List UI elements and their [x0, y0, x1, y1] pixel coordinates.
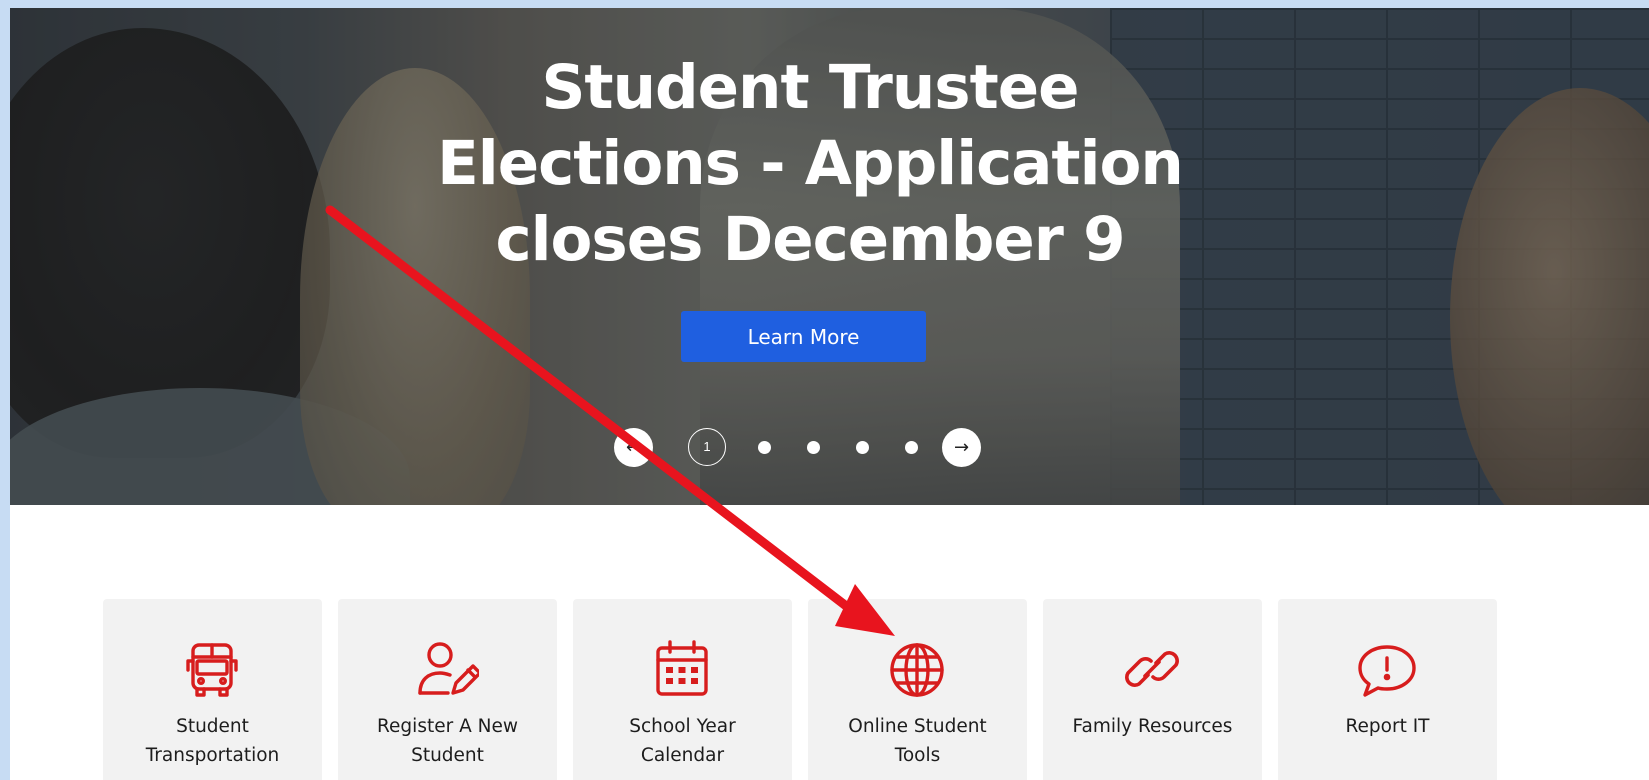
quick-links: Student Transportation Register A New St…	[103, 599, 1503, 780]
tile-label-line-1: Report IT	[1345, 716, 1430, 737]
tile-label-line-1: Student	[176, 716, 249, 737]
carousel-controls: ← 1 →	[10, 428, 1649, 468]
tile-student-transportation[interactable]: Student Transportation	[103, 599, 322, 780]
link-icon	[1120, 637, 1184, 701]
speech-bubble-alert-icon	[1355, 637, 1419, 701]
tile-label-line-1: Family Resources	[1072, 716, 1233, 737]
hero-title: Student Trustee Elections - Application …	[350, 50, 1270, 278]
tile-label-line-1: Online Student	[848, 716, 987, 737]
hero-title-line-3: closes December 9	[495, 204, 1125, 275]
tile-label: School Year Calendar	[583, 712, 782, 770]
tile-label-line-2: Tools	[894, 745, 941, 766]
tile-family-resources[interactable]: Family Resources	[1043, 599, 1262, 780]
tile-label: Family Resources	[1053, 712, 1252, 741]
calendar-icon	[650, 637, 714, 701]
bus-icon	[180, 637, 244, 701]
tile-register-new-student[interactable]: Register A New Student	[338, 599, 557, 780]
page: Student Trustee Elections - Application …	[10, 8, 1649, 780]
hero-title-line-2: Elections - Application	[437, 128, 1184, 199]
tile-school-year-calendar[interactable]: School Year Calendar	[573, 599, 792, 780]
tile-label: Register A New Student	[348, 712, 547, 770]
learn-more-button[interactable]: Learn More	[681, 311, 926, 362]
tile-label-line-2: Student	[411, 745, 484, 766]
next-slide-arrow-icon[interactable]: →	[942, 428, 981, 467]
hero-title-line-1: Student Trustee	[541, 52, 1079, 123]
tile-online-student-tools[interactable]: Online Student Tools	[808, 599, 1027, 780]
tile-label: Report IT	[1288, 712, 1487, 741]
tile-label: Online Student Tools	[818, 712, 1017, 770]
current-slide-indicator[interactable]: 1	[688, 428, 726, 466]
tile-label: Student Transportation	[113, 712, 312, 770]
user-edit-icon	[415, 637, 482, 701]
slide-dot-3[interactable]	[807, 441, 820, 454]
slide-dot-5[interactable]	[905, 441, 918, 454]
tile-label-line-2: Calendar	[640, 745, 725, 766]
tile-label-line-1: School Year	[629, 716, 736, 737]
prev-slide-arrow-icon[interactable]: ←	[614, 428, 653, 467]
tile-label-line-1: Register A New	[377, 716, 518, 737]
tile-report-it[interactable]: Report IT	[1278, 599, 1497, 780]
globe-icon	[885, 637, 949, 701]
slide-dot-4[interactable]	[856, 441, 869, 454]
tile-label-line-2: Transportation	[145, 745, 280, 766]
hero-carousel: Student Trustee Elections - Application …	[10, 8, 1649, 505]
slide-dot-2[interactable]	[758, 441, 771, 454]
